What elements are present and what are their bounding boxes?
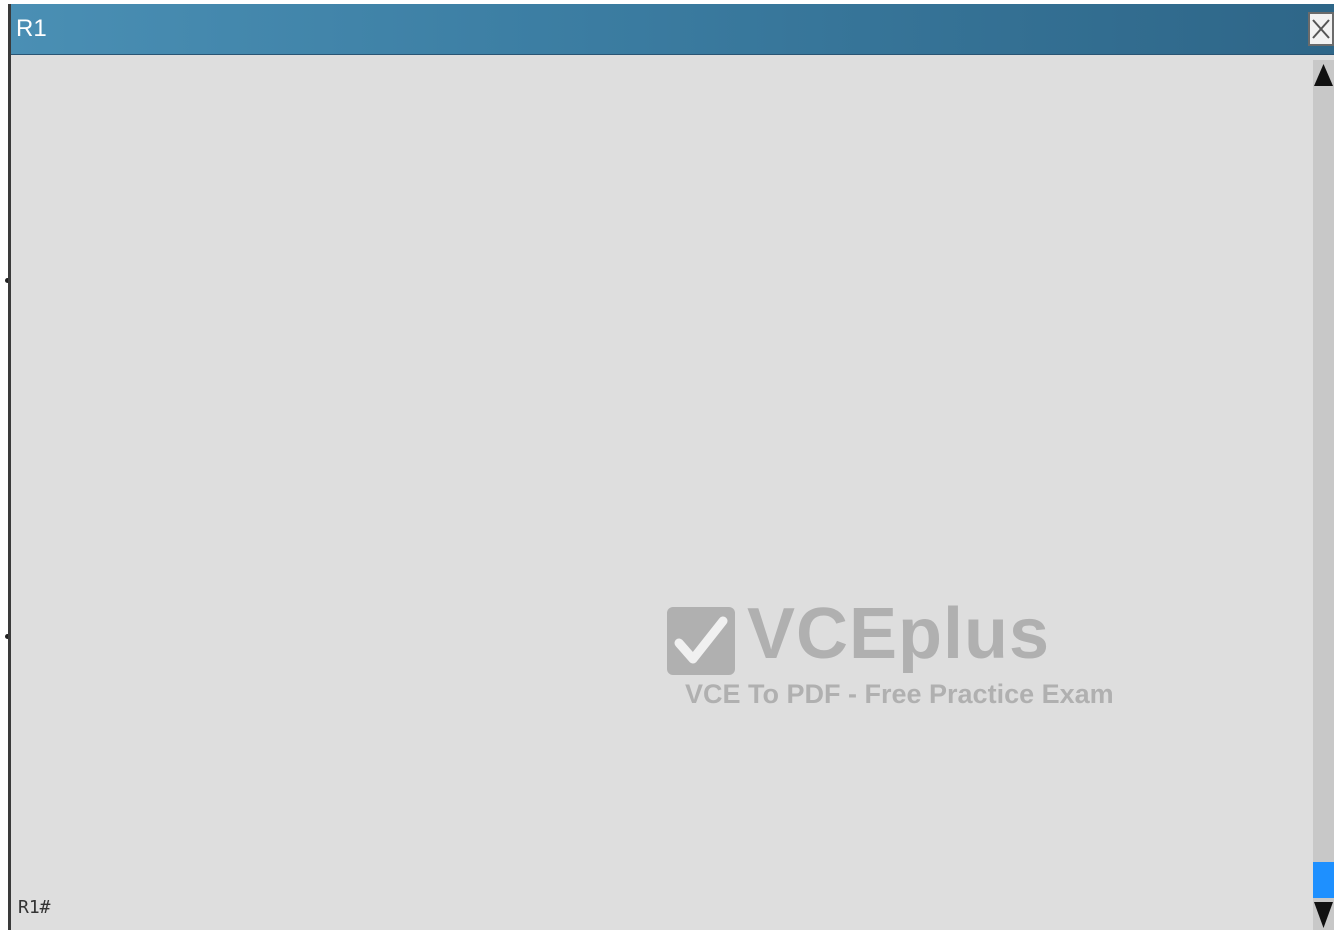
scroll-down-arrow-icon xyxy=(1314,902,1333,928)
title-bar[interactable]: R1 xyxy=(11,4,1334,55)
watermark-tagline: VCE To PDF - Free Practice Exam xyxy=(685,679,1114,709)
scroll-up-button[interactable] xyxy=(1313,62,1334,88)
vertical-scrollbar[interactable] xyxy=(1313,60,1334,930)
watermark-logo-text: VCEplus xyxy=(747,594,1051,674)
cli-prompt[interactable]: R1# xyxy=(18,897,51,918)
close-button[interactable] xyxy=(1308,12,1334,46)
checkmark-icon xyxy=(674,616,728,664)
close-x-icon xyxy=(1312,19,1330,39)
scroll-thumb[interactable] xyxy=(1313,862,1334,898)
terminal-console[interactable]: R1# xyxy=(11,55,1313,930)
scroll-up-arrow-icon xyxy=(1314,64,1333,86)
terminal-window: R1 R1# xyxy=(8,4,1334,930)
window-title: R1 xyxy=(16,15,47,42)
watermark: VCEplus VCE To PDF - Free Practice Exam xyxy=(667,594,1147,713)
scroll-down-button[interactable] xyxy=(1313,900,1334,930)
watermark-badge xyxy=(667,607,735,675)
